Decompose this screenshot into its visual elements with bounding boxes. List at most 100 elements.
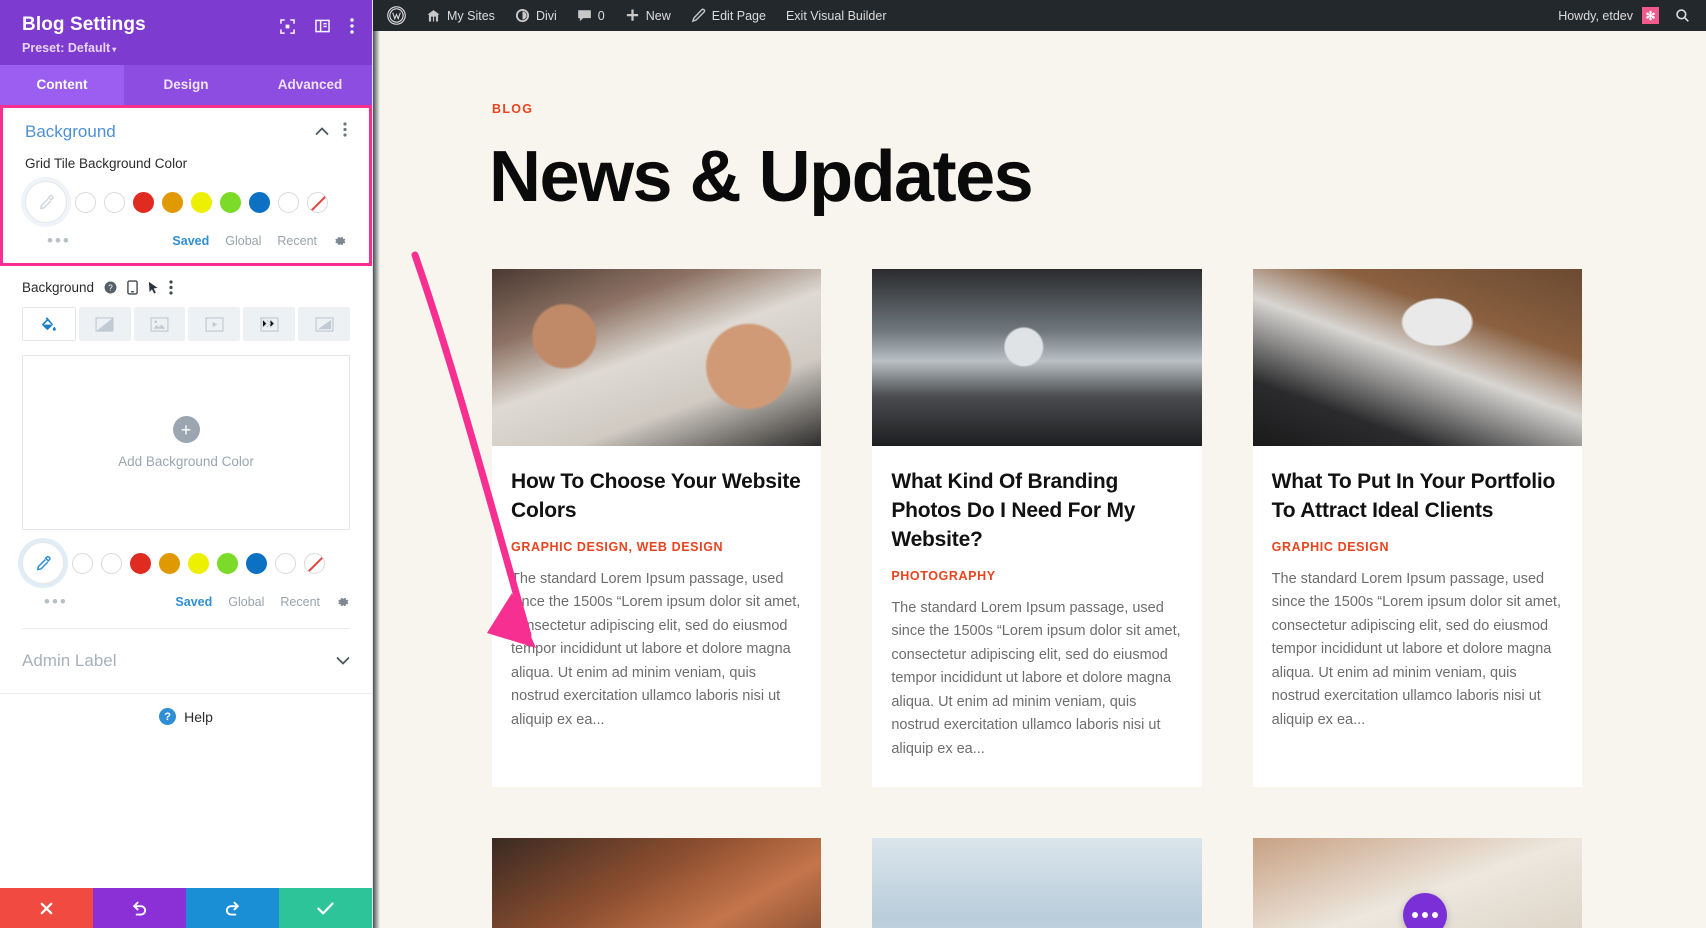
more-vertical-icon[interactable]: [169, 280, 173, 295]
eyedropper-swatch-button-2[interactable]: [22, 542, 64, 584]
blog-grid: How To Choose Your Website Colors GRAPHI…: [492, 269, 1582, 928]
color-swatch-yellow[interactable]: [191, 191, 212, 213]
more-vertical-icon[interactable]: [350, 18, 354, 34]
bg-color-swatch-white-2[interactable]: [101, 552, 122, 574]
help-icon: ?: [159, 708, 177, 725]
module-settings-panel: Blog Settings Preset: Default ▾ Content …: [0, 0, 373, 928]
avatar: ✻: [1642, 7, 1659, 24]
bgtype-image[interactable]: [133, 307, 186, 341]
bg-color-swatch-green[interactable]: [217, 552, 238, 574]
wordpress-admin-bar: My Sites Divi 0 New Edit Page Exit Visua…: [373, 0, 1706, 31]
bg-global-colors-link[interactable]: Global: [228, 595, 264, 609]
canvas-edge-shadow: [373, 31, 380, 928]
color-swatch-white-2[interactable]: [104, 191, 125, 213]
redo-button[interactable]: [186, 888, 279, 928]
exit-visual-builder-link[interactable]: Exit Visual Builder: [776, 0, 897, 31]
help-label: Help: [184, 708, 213, 725]
settings-panel-header: Blog Settings Preset: Default ▾: [0, 0, 372, 65]
bg-recent-colors-link[interactable]: Recent: [280, 595, 320, 609]
help-link[interactable]: ? Help: [0, 694, 372, 725]
chevron-up-icon[interactable]: [315, 123, 329, 141]
visual-builder-canvas: BLOG News & Updates How To Choose Your W…: [373, 31, 1706, 928]
save-button[interactable]: [279, 888, 372, 928]
blog-card-title[interactable]: What Kind Of Branding Photos Do I Need F…: [891, 468, 1182, 555]
exit-visual-builder-label: Exit Visual Builder: [785, 8, 887, 23]
bg-color-swatch-orange[interactable]: [159, 552, 180, 574]
cursor-icon[interactable]: [148, 281, 159, 295]
chevron-down-icon: [336, 652, 350, 670]
bg-color-swatch-white-3[interactable]: [275, 552, 296, 574]
color-swatch-red[interactable]: [133, 191, 154, 213]
my-sites-label: My Sites: [447, 8, 495, 23]
gear-icon[interactable]: [336, 595, 350, 609]
blog-card[interactable]: How To Choose Your Website Colors GRAPHI…: [492, 269, 822, 788]
saved-colors-link[interactable]: Saved: [172, 234, 209, 248]
new-content-menu[interactable]: New: [615, 0, 681, 31]
more-colors-button[interactable]: •••: [25, 231, 71, 251]
dot-3: [1432, 912, 1438, 918]
fullscreen-icon[interactable]: [280, 18, 295, 34]
bgtype-color-fill[interactable]: [22, 307, 76, 341]
background-group-highlighted: Background Grid Tile Background Color ••…: [0, 105, 372, 266]
color-swatch-orange[interactable]: [162, 191, 183, 213]
blog-card-excerpt: The standard Lorem Ipsum passage, used s…: [511, 570, 801, 728]
bg-color-swatch-white-1[interactable]: [72, 552, 93, 574]
my-sites-menu[interactable]: My Sites: [416, 0, 505, 31]
blog-card[interactable]: What To Put In Your Portfolio To Attract…: [1252, 269, 1582, 788]
admin-label-accordion[interactable]: Admin Label: [0, 629, 372, 693]
comments-menu[interactable]: 0: [567, 0, 615, 31]
color-swatch-green[interactable]: [220, 191, 241, 213]
screen-root: Blog Settings Preset: Default ▾ Content …: [0, 0, 1706, 928]
blog-card[interactable]: [872, 838, 1202, 928]
wordpress-logo-icon[interactable]: [373, 0, 416, 31]
color-swatch-white-3[interactable]: [278, 191, 299, 213]
blog-card-title[interactable]: How To Choose Your Website Colors: [511, 468, 802, 526]
cancel-button[interactable]: [0, 888, 93, 928]
bgtype-mask[interactable]: [298, 307, 350, 341]
edit-page-label: Edit Page: [711, 8, 766, 23]
account-menu[interactable]: Howdy, etdev ✻: [1548, 7, 1669, 24]
chevron-down-icon: ▾: [112, 45, 117, 54]
panel-layout-icon[interactable]: [315, 19, 330, 33]
bg-more-colors-button[interactable]: •••: [22, 592, 68, 612]
mobile-icon[interactable]: [127, 280, 138, 295]
bgtype-pattern[interactable]: [243, 307, 296, 341]
background-group-title: Background: [25, 122, 116, 141]
gear-icon[interactable]: [333, 234, 347, 248]
global-colors-link[interactable]: Global: [225, 234, 261, 248]
blog-card-categories[interactable]: PHOTOGRAPHY: [891, 569, 1182, 583]
bgtype-video[interactable]: [188, 307, 241, 341]
color-swatch-blue[interactable]: [249, 191, 270, 213]
add-background-color-button[interactable]: + Add Background Color: [22, 355, 350, 530]
more-vertical-icon[interactable]: [343, 122, 347, 142]
plus-icon: +: [172, 416, 200, 443]
user-greeting: Howdy, etdev: [1558, 8, 1633, 23]
help-icon[interactable]: ?: [104, 281, 117, 294]
search-icon[interactable]: [1669, 8, 1706, 23]
color-swatch-transparent[interactable]: [307, 191, 328, 213]
bg-color-swatch-blue[interactable]: [246, 552, 267, 574]
tab-advanced[interactable]: Advanced: [248, 65, 372, 105]
preset-selector[interactable]: Preset: Default ▾: [22, 41, 146, 55]
comments-count: 0: [597, 8, 605, 23]
eyedropper-swatch-button[interactable]: [25, 181, 67, 223]
bg-color-swatch-transparent[interactable]: [304, 552, 325, 574]
blog-card[interactable]: What Kind Of Branding Photos Do I Need F…: [872, 269, 1202, 788]
blog-card-title[interactable]: What To Put In Your Portfolio To Attract…: [1272, 468, 1563, 526]
blog-card-categories[interactable]: GRAPHIC DESIGN: [1272, 540, 1563, 554]
new-label: New: [645, 8, 671, 23]
bg-saved-colors-link[interactable]: Saved: [175, 595, 212, 609]
divi-menu[interactable]: Divi: [505, 0, 567, 31]
tab-design[interactable]: Design: [124, 65, 248, 105]
undo-button[interactable]: [93, 888, 186, 928]
recent-colors-link[interactable]: Recent: [277, 234, 317, 248]
dot-1: [1412, 912, 1418, 918]
edit-page-link[interactable]: Edit Page: [681, 0, 776, 31]
blog-card-categories[interactable]: GRAPHIC DESIGN, WEB DESIGN: [511, 540, 802, 554]
blog-card[interactable]: [492, 838, 822, 928]
bg-color-swatch-yellow[interactable]: [188, 552, 209, 574]
bg-color-swatch-red[interactable]: [130, 552, 151, 574]
color-swatch-white-1[interactable]: [75, 191, 96, 213]
tab-content[interactable]: Content: [0, 65, 124, 105]
bgtype-gradient[interactable]: [78, 307, 131, 341]
